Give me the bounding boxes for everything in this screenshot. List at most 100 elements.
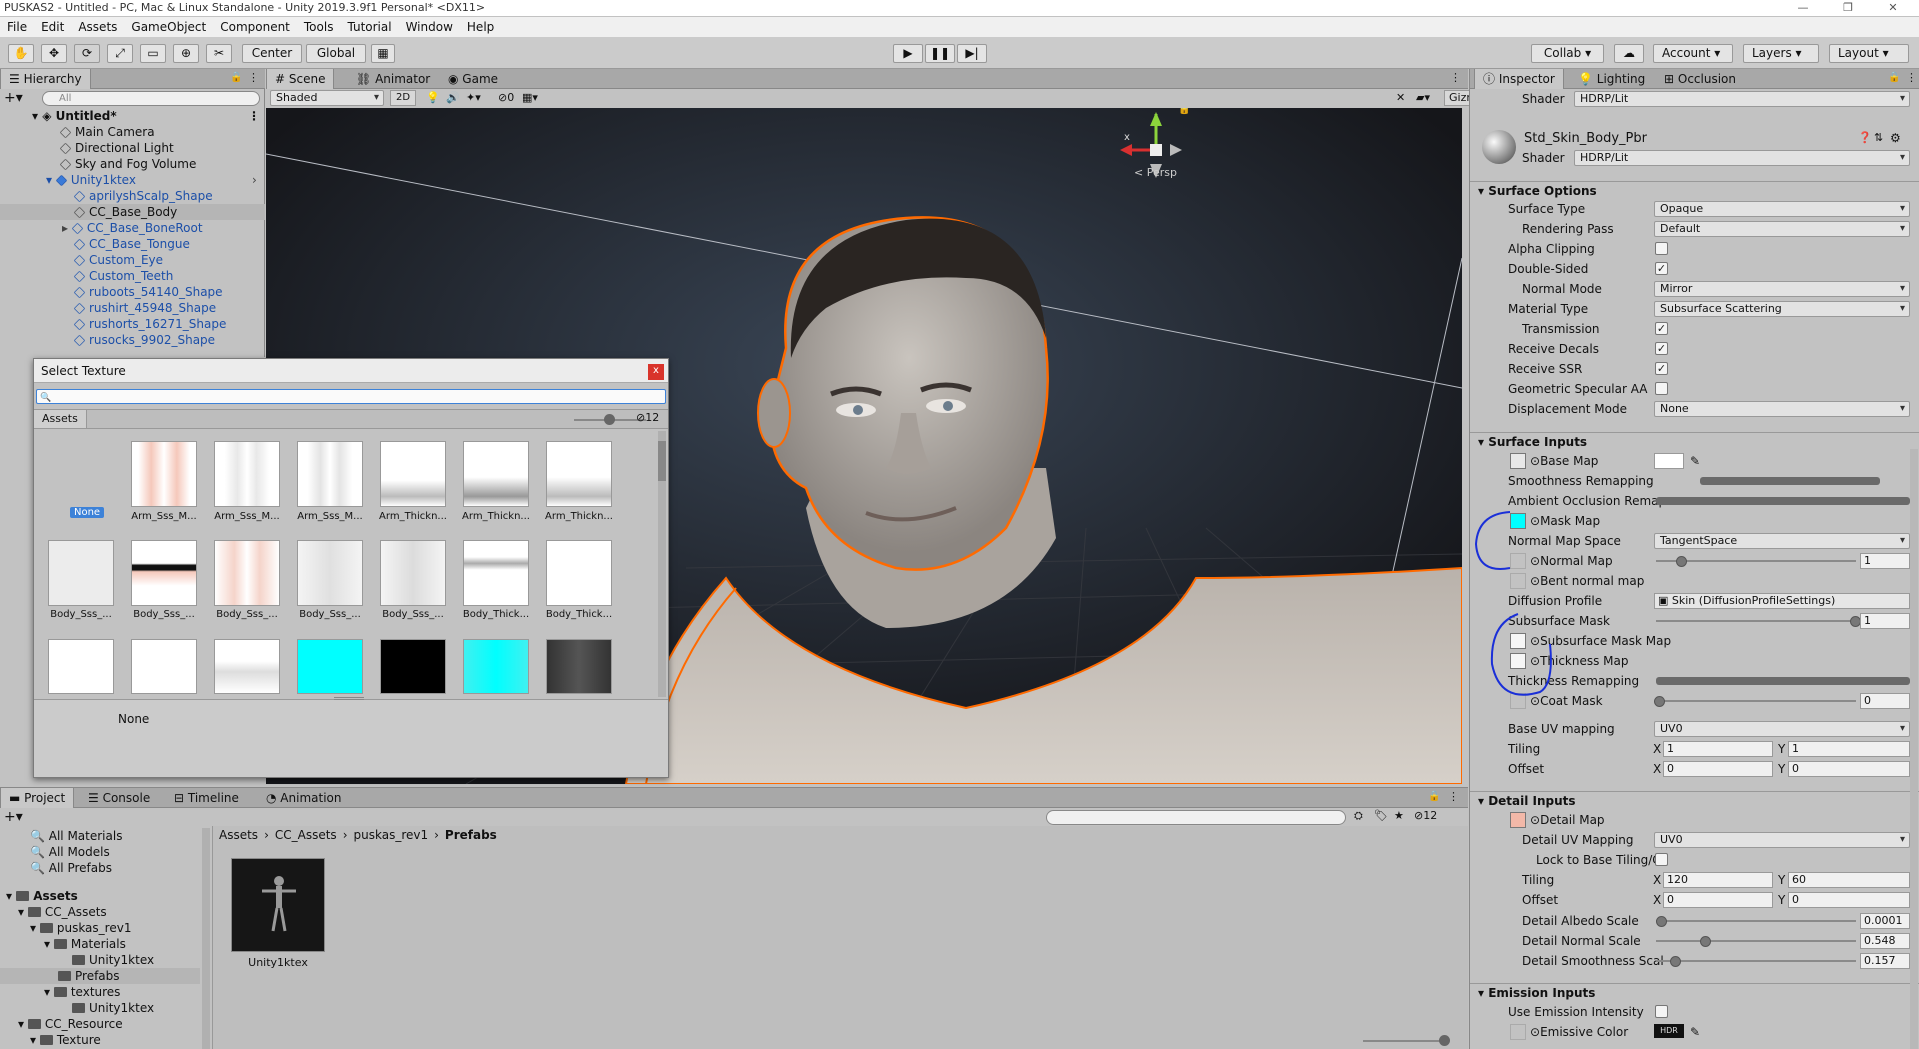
tree-item[interactable]: Unity1ktex	[72, 1000, 154, 1016]
rect-tool-icon[interactable]: ▭	[140, 44, 166, 63]
offset-x-field[interactable]: 0	[1663, 761, 1773, 777]
texture-thumb[interactable]	[297, 441, 363, 507]
surface-options-header[interactable]: ▾ Surface Options	[1470, 181, 1919, 199]
hierarchy-item[interactable]: ruboots_54140_Shape	[0, 284, 265, 300]
shader-dropdown[interactable]: HDRP/Lit	[1574, 150, 1910, 166]
gizmo-lock-icon[interactable]: 🔒	[1178, 108, 1190, 115]
eyedropper-icon[interactable]: ✎	[1690, 452, 1700, 470]
lock-tiling-checkbox[interactable]	[1655, 853, 1668, 866]
camera-icon[interactable]: ▰▾	[1416, 91, 1430, 104]
detail-smooth-field[interactable]: 0.157	[1860, 953, 1910, 969]
menu-help[interactable]: Help	[460, 17, 501, 37]
snap-icon[interactable]: ▦	[371, 44, 395, 63]
zoom-slider-track[interactable]	[1363, 1040, 1443, 1042]
scale-tool-icon[interactable]: ⤢	[107, 44, 133, 63]
texture-thumb[interactable]	[297, 540, 363, 606]
pause-button[interactable]: ❚❚	[925, 44, 955, 63]
hierarchy-item[interactable]: CC_Base_Body	[0, 204, 265, 220]
diffusion-profile-field[interactable]: ▣ Skin (DiffusionProfileSettings)	[1654, 593, 1910, 609]
project-lock-icon[interactable]: 🔒	[1428, 791, 1440, 802]
preset-icon[interactable]: ⇅	[1874, 131, 1883, 144]
2d-toggle[interactable]: 2D	[390, 90, 416, 106]
tree-item[interactable]: ▾ CC_Assets	[18, 904, 107, 920]
hand-tool-icon[interactable]: ✋	[8, 44, 34, 63]
texture-thumb[interactable]	[463, 639, 529, 694]
grid-toggle-icon[interactable]: ▦▾	[522, 91, 538, 104]
surface-type-dropdown[interactable]: Opaque	[1654, 201, 1910, 217]
coat-mask-field[interactable]: 0	[1860, 693, 1910, 709]
texture-thumb[interactable]	[131, 540, 197, 606]
tree-scrollbar[interactable]	[202, 828, 210, 1049]
menu-window[interactable]: Window	[399, 17, 460, 37]
detail-offset-y-field[interactable]: 0	[1788, 892, 1910, 908]
scene-menu-icon[interactable]: ⋮	[248, 108, 260, 124]
texture-thumb[interactable]	[463, 540, 529, 606]
detail-normal-field[interactable]: 0.548	[1860, 933, 1910, 949]
texture-thumb[interactable]	[546, 639, 612, 694]
favorite-item[interactable]: 🔍 All Prefabs	[30, 860, 112, 876]
receive-decals-checkbox[interactable]: ✓	[1655, 342, 1668, 355]
expand-arrow-icon[interactable]: ▾	[46, 173, 56, 187]
project-create-button[interactable]: +▾	[4, 809, 23, 825]
tab-project[interactable]: ▬ Project	[0, 788, 75, 808]
menu-file[interactable]: File	[0, 17, 34, 37]
coat-mask-knob[interactable]	[1654, 696, 1665, 707]
detail-smooth-knob[interactable]	[1670, 956, 1681, 967]
tiling-y-field[interactable]: 1	[1788, 741, 1910, 757]
texture-thumb[interactable]	[131, 441, 197, 507]
shader-dropdown-top[interactable]: HDRP/Lit	[1574, 91, 1910, 107]
account-dropdown[interactable]: Account ▾	[1653, 44, 1733, 63]
receive-ssr-checkbox[interactable]: ✓	[1655, 362, 1668, 375]
cloud-icon[interactable]: ☁	[1614, 44, 1644, 63]
detail-inputs-header[interactable]: ▾ Detail Inputs	[1470, 791, 1919, 809]
menu-tutorial[interactable]: Tutorial	[340, 17, 398, 37]
move-tool-icon[interactable]: ✥	[41, 44, 67, 63]
hidden-packages-icon[interactable]: ⊘12	[1414, 809, 1437, 822]
hierarchy-item[interactable]: Custom_Eye	[0, 252, 265, 268]
close-window-button[interactable]: ✕	[1873, 0, 1913, 16]
normal-scale-knob[interactable]	[1676, 556, 1687, 567]
hierarchy-item[interactable]: Sky and Fog Volume	[0, 156, 265, 172]
detail-map-slot[interactable]	[1510, 812, 1526, 828]
dialog-scrollbar[interactable]	[658, 431, 666, 697]
hierarchy-search[interactable]: All	[42, 91, 260, 106]
texture-thumb[interactable]	[380, 540, 446, 606]
hierarchy-item[interactable]: rushirt_45948_Shape	[0, 300, 265, 316]
texture-picker-icon[interactable]: ⊙	[1530, 813, 1540, 827]
sss-mask-field[interactable]: 1	[1860, 613, 1910, 629]
favorite-star-icon[interactable]: ★	[1394, 809, 1404, 822]
tree-item[interactable]: Unity1ktex	[72, 952, 154, 968]
project-search[interactable]	[1046, 810, 1346, 825]
texture-thumb-none[interactable]	[48, 441, 114, 507]
tree-item[interactable]: ▾ CC_Resource	[18, 1016, 123, 1032]
texture-thumb[interactable]	[546, 441, 612, 507]
detail-tiling-x-field[interactable]: 120	[1663, 872, 1773, 888]
texture-thumb[interactable]	[546, 540, 612, 606]
inspector-scrollbar[interactable]	[1910, 449, 1918, 1049]
scene-menu-icon[interactable]: ⋮	[1450, 71, 1461, 84]
texture-thumb[interactable]	[463, 441, 529, 507]
tab-occlusion[interactable]: ⊞ Occlusion	[1656, 69, 1744, 89]
menu-edit[interactable]: Edit	[34, 17, 71, 37]
global-space-button[interactable]: Global	[306, 44, 366, 63]
offset-y-field[interactable]: 0	[1788, 761, 1910, 777]
detail-tiling-y-field[interactable]: 60	[1788, 872, 1910, 888]
tree-item[interactable]: ▾ textures	[44, 984, 120, 1000]
custom-tool-icon[interactable]: ✂	[206, 44, 232, 63]
resize-handle[interactable]	[334, 697, 364, 700]
breadcrumb-item[interactable]: puskas_rev1	[354, 828, 429, 842]
tree-item[interactable]: ▾ Materials	[44, 936, 126, 952]
hierarchy-item[interactable]: rushorts_16271_Shape	[0, 316, 265, 332]
assets-tab[interactable]: Assets	[34, 410, 87, 428]
hierarchy-item[interactable]: aprilyshScalp_Shape	[0, 188, 265, 204]
material-type-dropdown[interactable]: Subsurface Scattering	[1654, 301, 1910, 317]
rendering-pass-dropdown[interactable]: Default	[1654, 221, 1910, 237]
texture-thumb[interactable]	[380, 441, 446, 507]
help-icon[interactable]: ❓	[1858, 131, 1872, 144]
menu-assets[interactable]: Assets	[71, 17, 124, 37]
hierarchy-item[interactable]: ▸ CC_Base_BoneRoot	[0, 220, 265, 236]
scene-root[interactable]: ▾ ◈ Untitled* ⋮	[0, 108, 265, 124]
texture-search-input[interactable]: 🔍	[36, 389, 666, 404]
panel-menu-icon[interactable]: ⋮	[248, 71, 259, 84]
expand-arrow-icon[interactable]: ▸	[62, 221, 72, 235]
